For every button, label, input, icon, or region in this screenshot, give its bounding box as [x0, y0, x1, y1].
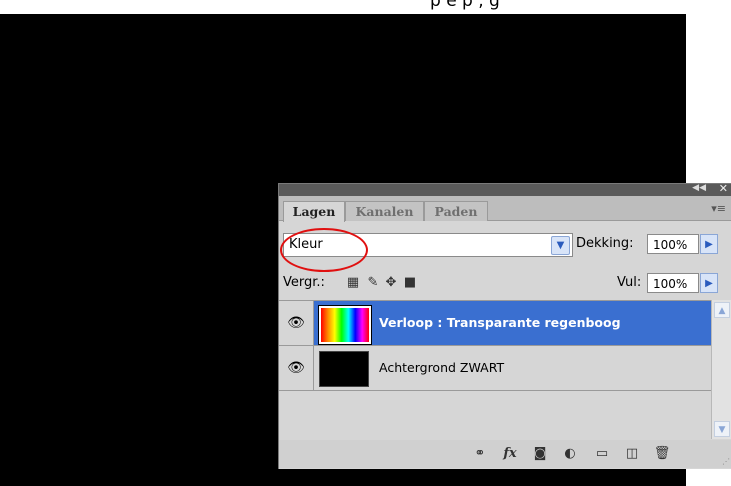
tab-kanalen[interactable]: Kanalen [345, 201, 424, 221]
close-icon[interactable]: ✕ [719, 182, 728, 195]
lock-label: Vergr.: [283, 275, 325, 290]
lock-move-icon[interactable]: ✥ [384, 276, 398, 290]
panel-menu-icon[interactable]: ▾≡ [711, 202, 726, 215]
eye-icon[interactable]: 👁 [279, 346, 314, 390]
opacity-field[interactable]: 100% [647, 234, 699, 254]
resize-grip-icon[interactable]: ⋰ [722, 457, 730, 466]
page-top-text: p e p , g [430, 0, 500, 11]
panel-bottom-toolbar: ⚭ fx ◙ ◐ ▭ ◫ 🗑 ⋰ [279, 440, 731, 468]
lock-all-icon[interactable]: ■ [403, 276, 417, 290]
chevron-down-icon[interactable]: ▼ [551, 236, 570, 255]
layers-panel: ◀◀ ✕ Lagen Kanalen Paden ▾≡ Kleur ▼ Dekk… [278, 182, 731, 469]
lock-brush-icon[interactable]: ✎ [366, 276, 380, 290]
panel-tabs: Lagen Kanalen Paden ▾≡ [279, 196, 731, 222]
lock-transparent-icon[interactable]: ▦ [346, 276, 360, 290]
layer-row[interactable]: 👁 Verloop : Transparante regenboog [279, 301, 711, 346]
adjustment-layer-icon[interactable]: ◐ [561, 446, 579, 462]
opacity-arrow-icon[interactable]: ▶ [700, 234, 718, 254]
layer-thumbnail [318, 305, 372, 345]
new-layer-icon[interactable]: ◫ [623, 446, 641, 462]
layer-row[interactable]: 👁 Achtergrond ZWART [279, 346, 711, 391]
layer-thumbnail [319, 351, 369, 387]
fill-arrow-icon[interactable]: ▶ [700, 273, 718, 293]
layers-scrollbar[interactable]: ▲ ▼ [711, 300, 731, 439]
link-layers-icon[interactable]: ⚭ [471, 446, 489, 462]
eye-icon[interactable]: 👁 [279, 301, 314, 345]
lock-row: Vergr.: ▦ ✎ ✥ ■ Vul: 100% ▶ [279, 270, 731, 297]
fill-field[interactable]: 100% [647, 273, 699, 293]
collapse-icon[interactable]: ◀◀ [692, 183, 706, 193]
layer-name: Verloop : Transparante regenboog [379, 315, 621, 330]
annotation-circle [280, 228, 368, 272]
fx-icon[interactable]: fx [501, 446, 519, 462]
trash-icon[interactable]: 🗑 [653, 446, 671, 462]
scroll-down-icon[interactable]: ▼ [714, 421, 730, 437]
panel-titlebar: ◀◀ ✕ [279, 182, 731, 196]
fill-label: Vul: [617, 275, 642, 290]
tab-paden[interactable]: Paden [424, 201, 488, 221]
layers-list: 👁 Verloop : Transparante regenboog 👁 Ach… [279, 300, 711, 440]
new-group-icon[interactable]: ▭ [593, 446, 611, 462]
add-mask-icon[interactable]: ◙ [531, 446, 549, 462]
tab-lagen[interactable]: Lagen [283, 201, 345, 222]
layer-name: Achtergrond ZWART [379, 360, 505, 375]
opacity-label: Dekking: [576, 236, 634, 251]
scroll-up-icon[interactable]: ▲ [714, 302, 730, 318]
